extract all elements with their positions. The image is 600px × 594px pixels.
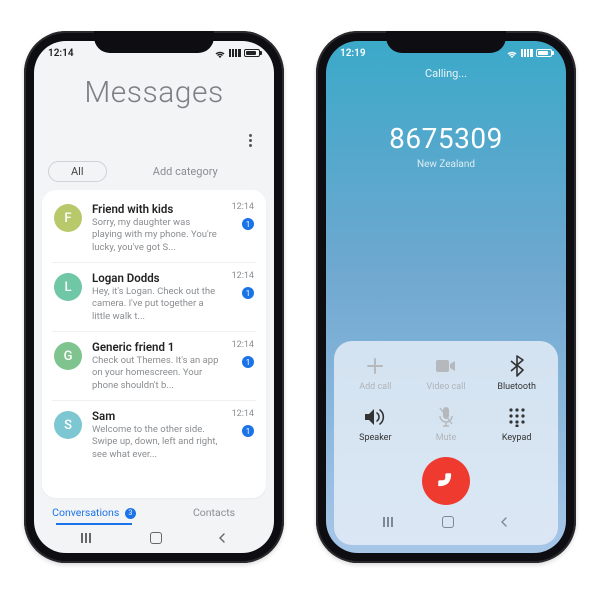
avatar: S — [54, 411, 82, 439]
conversation-item[interactable]: S Sam Welcome to the other side. Swipe u… — [52, 401, 256, 469]
add-call-button[interactable]: Add call — [340, 355, 411, 392]
conversation-item[interactable]: G Generic friend 1 Check out Themes. It'… — [52, 332, 256, 401]
nav-back-icon[interactable] — [217, 533, 227, 543]
call-status: Calling... — [326, 67, 566, 80]
bluetooth-icon — [506, 355, 528, 377]
button-label: Add call — [359, 382, 391, 392]
contact-name: Friend with kids — [92, 202, 222, 216]
contact-name: Logan Dodds — [92, 271, 222, 285]
status-indicators — [214, 49, 260, 58]
signal-icon — [229, 49, 241, 57]
nav-recents-icon[interactable] — [81, 533, 95, 543]
nav-back-icon[interactable] — [499, 517, 509, 527]
nav-recents-icon[interactable] — [383, 517, 397, 527]
filter-row: All Add category — [34, 161, 274, 190]
call-controls-grid: Add call Video call Bluetooth Speaker Mu — [340, 355, 552, 443]
call-region: New Zealand — [326, 159, 566, 170]
wifi-icon — [506, 49, 518, 58]
filter-all-pill[interactable]: All — [48, 161, 107, 182]
button-label: Keypad — [502, 433, 532, 443]
tab-contacts[interactable]: Contacts — [154, 506, 274, 519]
unread-badge: 1 — [242, 218, 254, 230]
message-preview: Welcome to the other side. Swipe up, dow… — [92, 424, 222, 461]
phone-right: 12:19 Calling... 8675309 New Zealand Add… — [316, 31, 576, 563]
avatar: L — [54, 273, 82, 301]
tab-label: Contacts — [193, 506, 235, 519]
message-preview: Sorry, my daughter was playing with my p… — [92, 217, 222, 254]
keypad-icon — [506, 406, 528, 428]
video-call-button[interactable]: Video call — [411, 355, 482, 392]
bottom-tabs: Conversations 3 Contacts — [34, 498, 274, 523]
end-call-button[interactable] — [422, 457, 470, 505]
more-options-icon[interactable] — [240, 134, 260, 161]
call-controls-panel: Add call Video call Bluetooth Speaker Mu — [334, 341, 558, 545]
conversation-item[interactable]: L Logan Dodds Hey, it's Logan. Check out… — [52, 263, 256, 332]
android-navbar — [340, 509, 552, 535]
conversation-item[interactable]: F Friend with kids Sorry, my daughter wa… — [52, 194, 256, 263]
phone-left: 12:14 Messages All Add category F Friend… — [24, 31, 284, 563]
contact-name: Sam — [92, 409, 222, 423]
notch — [94, 31, 214, 53]
battery-icon — [536, 49, 552, 57]
message-preview: Hey, it's Logan. Check out the camera. I… — [92, 286, 222, 323]
button-label: Mute — [436, 433, 457, 443]
call-number: 8675309 — [326, 122, 566, 155]
contact-name: Generic friend 1 — [92, 340, 222, 354]
notch — [386, 31, 506, 53]
unread-badge: 1 — [242, 287, 254, 299]
message-time: 12:14 — [232, 271, 254, 281]
button-label: Video call — [426, 382, 465, 392]
page-title: Messages — [34, 75, 274, 110]
tab-label: Conversations — [52, 506, 119, 519]
android-navbar — [34, 523, 274, 553]
message-preview: Check out Themes. It's an app on your ho… — [92, 355, 222, 392]
status-time: 12:14 — [48, 48, 74, 59]
unread-badge: 1 — [242, 356, 254, 368]
avatar: G — [54, 342, 82, 370]
wifi-icon — [214, 49, 226, 58]
message-time: 12:14 — [232, 202, 254, 212]
message-time: 12:14 — [232, 409, 254, 419]
battery-icon — [244, 49, 260, 57]
avatar: F — [54, 204, 82, 232]
message-time: 12:14 — [232, 340, 254, 350]
plus-icon — [364, 355, 386, 377]
bluetooth-button[interactable]: Bluetooth — [481, 355, 552, 392]
mute-icon — [435, 406, 457, 428]
hangup-icon — [433, 468, 459, 494]
video-icon — [435, 355, 457, 377]
messages-screen: 12:14 Messages All Add category F Friend… — [34, 41, 274, 553]
speaker-button[interactable]: Speaker — [340, 406, 411, 443]
nav-home-icon[interactable] — [442, 516, 454, 528]
conversation-list: F Friend with kids Sorry, my daughter wa… — [42, 190, 266, 498]
tab-conversations[interactable]: Conversations 3 — [34, 506, 154, 519]
speaker-icon — [364, 406, 386, 428]
signal-icon — [521, 49, 533, 57]
keypad-button[interactable]: Keypad — [481, 406, 552, 443]
button-label: Speaker — [359, 433, 391, 443]
mute-button[interactable]: Mute — [411, 406, 482, 443]
add-category-button[interactable]: Add category — [111, 165, 260, 178]
tab-badge: 3 — [125, 508, 136, 519]
unread-badge: 1 — [242, 425, 254, 437]
status-indicators — [506, 49, 552, 58]
status-time: 12:19 — [340, 48, 366, 59]
button-label: Bluetooth — [497, 382, 536, 392]
call-screen: 12:19 Calling... 8675309 New Zealand Add… — [326, 41, 566, 553]
nav-home-icon[interactable] — [150, 532, 162, 544]
